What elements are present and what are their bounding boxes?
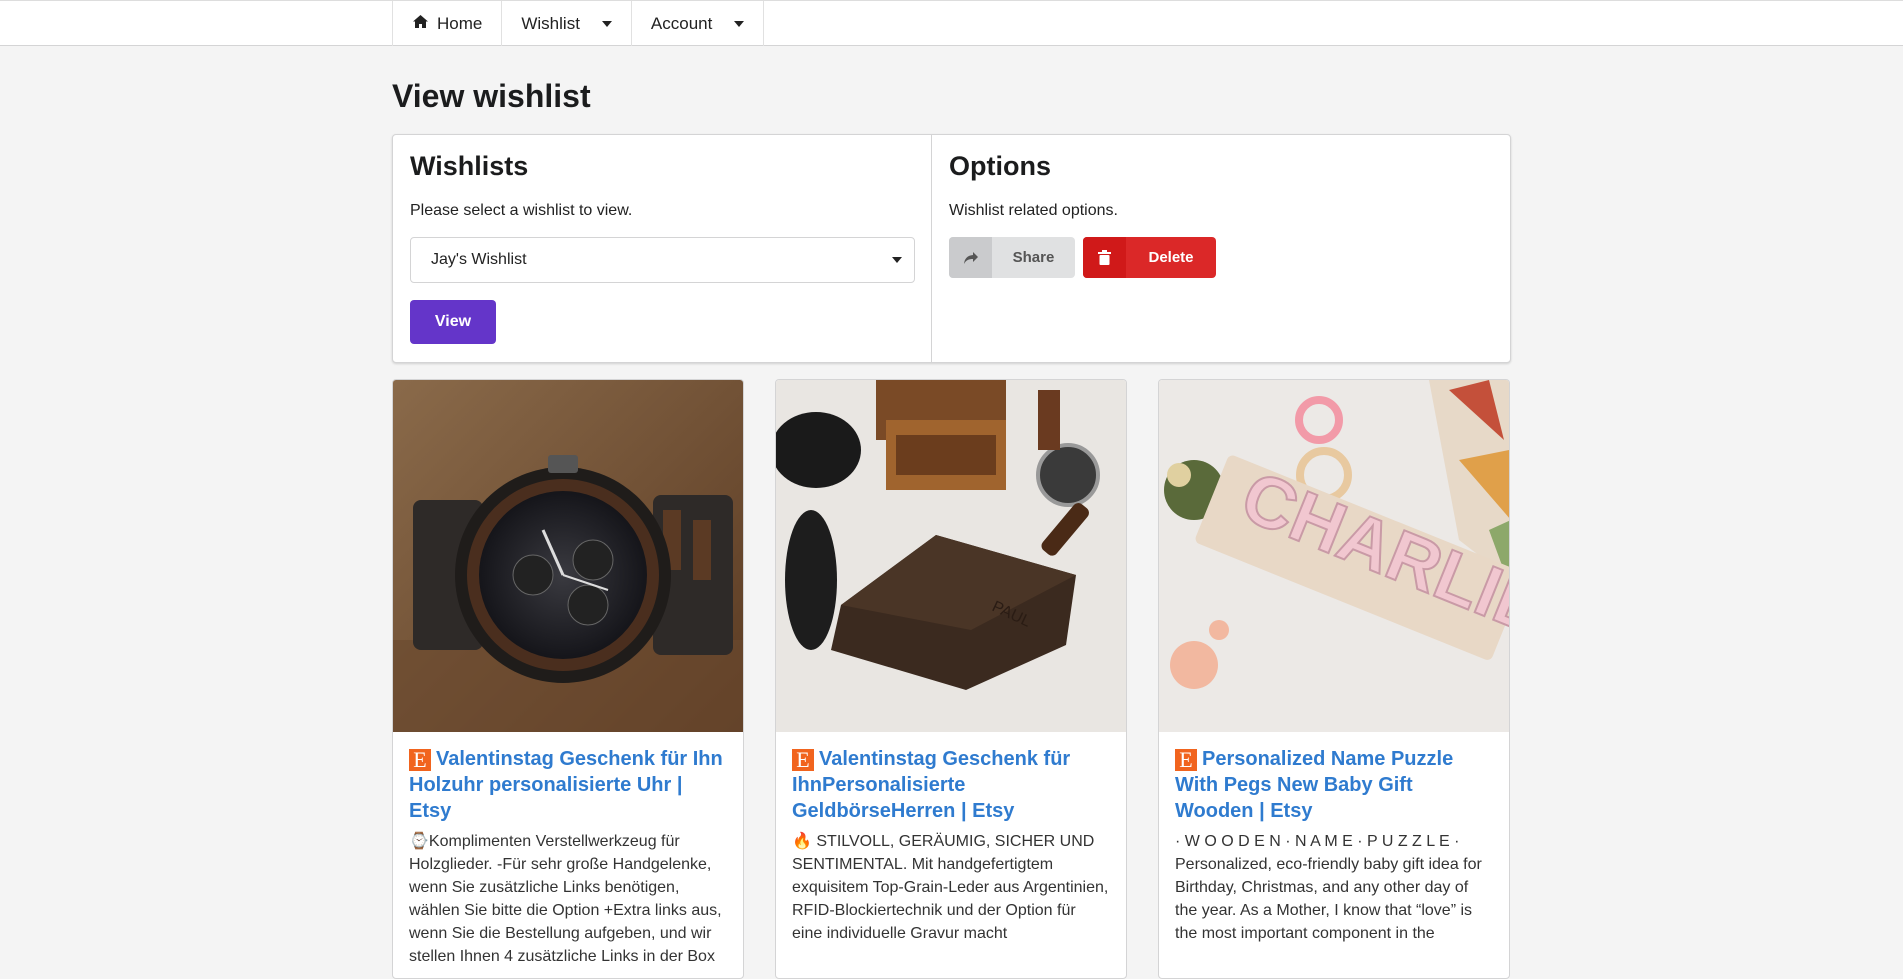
card-description: ⌚Komplimenten Verstellwerkzeug für Holzg… [409,833,722,965]
top-navbar: Home Wishlist Account [0,0,1903,46]
view-button[interactable]: View [410,300,496,344]
card-content: E Valentinstag Geschenk für IhnPersonalis… [776,732,1126,959]
product-image-wallet[interactable]: PAUL [776,380,1126,732]
wishlists-heading: Wishlists [410,151,529,181]
delete-button[interactable]: Delete [1083,237,1216,278]
etsy-icon: E [409,749,431,771]
wishlist-card: E Valentinstag Geschenk für Ihn Holzuhr p… [392,379,744,979]
wishlist-card: CHARLIE E Personalized Name Puzzle With P… [1158,379,1510,979]
options-buttons: Share Delete [949,237,1493,278]
wishlist-card: PAUL E Valentinstag Geschenk für IhnPerso… [775,379,1127,979]
etsy-icon: E [1175,749,1197,771]
card-content: E Personalized Name Puzzle With Pegs New … [1159,732,1509,959]
nav-home-label: Home [437,13,483,33]
home-icon [412,14,429,34]
share-icon [949,237,992,278]
wishlist-panel: Wishlists Please select a wishlist to vi… [392,134,1511,363]
chevron-down-icon [734,20,745,27]
nav-menu: Home Wishlist Account [392,1,765,46]
card-title: Personalized Name Puzzle With Pegs New B… [1175,748,1454,822]
product-image-puzzle[interactable]: CHARLIE [1159,380,1509,732]
card-description: · W O O D E N · N A M E · P U Z Z L E · … [1175,833,1482,942]
nav-account-dropdown[interactable]: Account [632,1,765,46]
options-heading: Options [949,151,1051,181]
card-content: E Valentinstag Geschenk für Ihn Holzuhr p… [393,732,743,978]
page-title: View wishlist [392,78,591,114]
nav-account-label: Account [650,13,713,33]
wishlists-section: Wishlists Please select a wishlist to vi… [393,135,932,362]
share-button[interactable]: Share [949,237,1075,278]
card-title-link[interactable]: E Personalized Name Puzzle With Pegs New … [1175,746,1493,824]
wishlist-items: E Valentinstag Geschenk für Ihn Holzuhr p… [392,379,1510,979]
card-title-link[interactable]: E Valentinstag Geschenk für Ihn Holzuhr p… [409,746,727,824]
card-title: Valentinstag Geschenk für Ihn Holzuhr pe… [409,748,723,822]
wishlist-select[interactable]: Jay's Wishlist [410,237,915,283]
wishlists-instruction: Please select a wishlist to view. [410,202,633,219]
card-title-link[interactable]: E Valentinstag Geschenk für IhnPersonalis… [792,746,1110,824]
etsy-icon: E [792,749,814,771]
chevron-down-icon [892,257,902,263]
options-section: Options Wishlist related options. Share … [932,135,1510,362]
nav-wishlist-dropdown[interactable]: Wishlist [502,1,632,46]
nav-home[interactable]: Home [393,1,503,46]
wishlist-select-value: Jay's Wishlist [431,251,527,268]
card-description: 🔥 STILVOLL, GERÄUMIG, SICHER UND SENTIME… [792,833,1109,942]
trash-icon [1083,237,1126,278]
share-label: Share [1012,249,1055,266]
product-image-watch[interactable] [393,380,743,732]
nav-wishlist-label: Wishlist [521,13,580,33]
card-title: Valentinstag Geschenk für IhnPersonalisi… [792,748,1071,822]
delete-label: Delete [1148,249,1194,266]
chevron-down-icon [601,20,612,27]
options-description: Wishlist related options. [949,202,1118,219]
